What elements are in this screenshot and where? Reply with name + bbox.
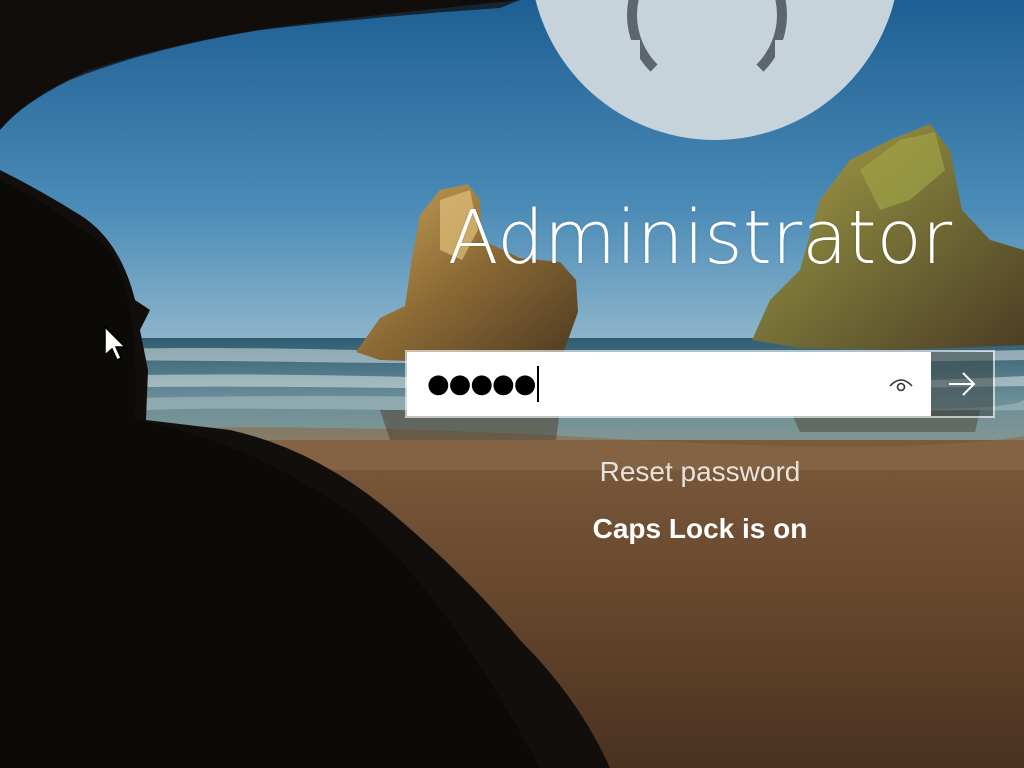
reset-password-link[interactable]: Reset password xyxy=(405,452,995,492)
submit-button[interactable] xyxy=(931,352,993,416)
password-masked-value: ●●●●● xyxy=(427,369,536,399)
password-field[interactable]: ●●●●● xyxy=(407,352,931,416)
arrow-right-icon xyxy=(949,372,976,396)
caps-lock-warning: Caps Lock is on xyxy=(592,513,808,544)
password-box: ●●●●● xyxy=(405,350,995,418)
eye-icon[interactable] xyxy=(887,372,915,396)
mouse-pointer-icon xyxy=(104,326,126,362)
text-caret xyxy=(537,366,540,402)
username-label: Administrator xyxy=(447,195,953,281)
user-avatar-icon xyxy=(627,0,787,95)
